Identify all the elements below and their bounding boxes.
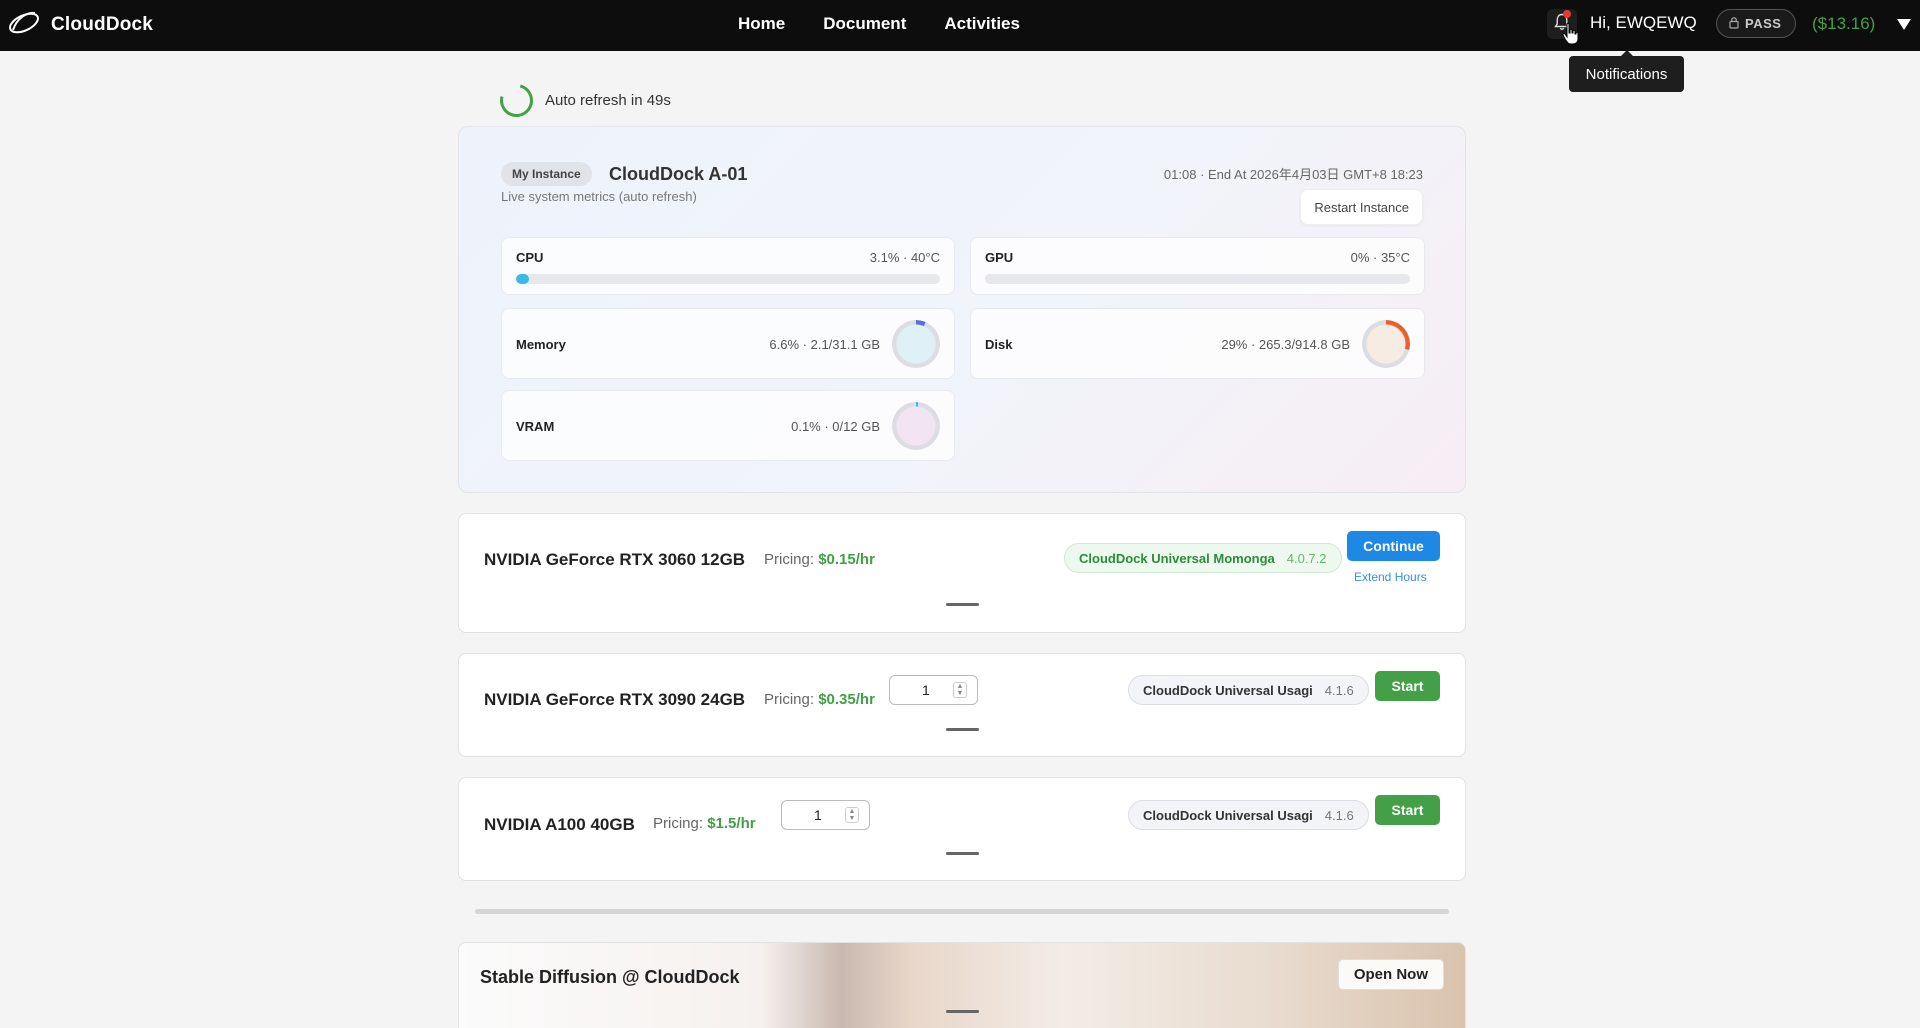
chevron-down-icon[interactable] xyxy=(1897,19,1911,30)
expand-handle[interactable] xyxy=(946,852,979,855)
pass-badge[interactable]: PASS xyxy=(1716,9,1797,38)
image-name: CloudDock Universal Usagi xyxy=(1143,682,1313,698)
auto-refresh-indicator: Auto refresh in 49s xyxy=(493,77,671,124)
disk-value: 29% · 265.3/914.8 GB xyxy=(1221,337,1350,352)
vram-value: 0.1% · 0/12 GB xyxy=(791,419,880,434)
gpu-name: NVIDIA GeForce RTX 3090 24GB xyxy=(484,690,746,709)
gpu-card-rtx3060: NVIDIA GeForce RTX 3060 12GB Pricing: $0… xyxy=(458,513,1466,633)
gpu-name: NVIDIA A100 40GB xyxy=(484,815,635,834)
quantity-value: 1 xyxy=(814,807,822,823)
instance-name: CloudDock A-01 xyxy=(609,164,748,184)
nav-document[interactable]: Document xyxy=(823,14,906,34)
memory-label: Memory xyxy=(516,337,566,352)
price-value: $0.35/hr xyxy=(818,691,875,708)
horizontal-scrollbar[interactable] xyxy=(475,909,1449,914)
continue-button[interactable]: Continue xyxy=(1347,531,1440,561)
clouddock-logo-icon xyxy=(7,8,41,41)
expand-handle[interactable] xyxy=(946,603,979,606)
image-version: 4.1.6 xyxy=(1324,682,1354,698)
hand-cursor-icon xyxy=(1561,22,1581,51)
instance-badge: My Instance xyxy=(501,162,592,186)
stepper-arrows-icon[interactable]: ▲ ▼ xyxy=(953,682,967,698)
brand-name: CloudDock xyxy=(51,13,154,35)
nav-activities[interactable]: Activities xyxy=(944,14,1020,34)
user-greeting[interactable]: Hi, EWQEWQ xyxy=(1590,13,1697,33)
cpu-metric: CPU 3.1% · 40°C xyxy=(501,237,955,295)
instance-panel: My Instance CloudDock A-01 Live system m… xyxy=(458,126,1466,493)
gpu-pricing: Pricing: $0.15/hr xyxy=(764,551,875,568)
banner-title: Stable Diffusion @ CloudDock xyxy=(480,967,740,987)
account-balance: ($13.16) xyxy=(1812,14,1876,33)
expand-handle[interactable] xyxy=(946,1010,979,1013)
gpu-bar xyxy=(985,274,1410,284)
pricing-label: Pricing: xyxy=(764,691,815,708)
quantity-stepper[interactable]: 1 ▲ ▼ xyxy=(889,675,978,705)
instance-end-time: 01:08 · End At 2026年4月03日 GMT+8 18:23 xyxy=(1163,167,1423,182)
quantity-value: 1 xyxy=(922,682,930,698)
image-version: 4.0.7.2 xyxy=(1286,550,1327,566)
image-version-pill: CloudDock Universal Usagi 4.1.6 xyxy=(1128,800,1369,830)
vram-ring xyxy=(892,402,940,450)
gpu-label: GPU xyxy=(985,250,1014,265)
cpu-value: 3.1% · 40°C xyxy=(869,250,940,265)
memory-value: 6.6% · 2.1/31.1 GB xyxy=(769,337,880,352)
gpu-card-a100: NVIDIA A100 40GB Pricing: $1.5/hr 1 ▲ ▼ C… xyxy=(458,777,1466,881)
top-navbar: CloudDock Home Document Activities Hi, E… xyxy=(0,0,1920,51)
start-button[interactable]: Start xyxy=(1375,795,1440,825)
extend-hours-link[interactable]: Extend Hours xyxy=(1354,570,1427,584)
brand-logo[interactable]: CloudDock xyxy=(7,8,153,41)
disk-ring xyxy=(1362,320,1410,368)
stepper-arrows-icon[interactable]: ▲ ▼ xyxy=(845,807,859,823)
disk-label: Disk xyxy=(985,337,1013,352)
main-nav: Home Document Activities xyxy=(738,14,1020,34)
gpu-value: 0% · 35°C xyxy=(1350,250,1410,265)
cpu-bar-fill xyxy=(516,274,530,284)
notifications-tooltip: Notifications xyxy=(1569,50,1684,92)
cpu-bar xyxy=(516,274,940,284)
expand-handle[interactable] xyxy=(946,728,979,731)
price-value: $1.5/hr xyxy=(707,815,756,832)
image-name: CloudDock Universal Momonga xyxy=(1079,550,1275,566)
quantity-stepper[interactable]: 1 ▲ ▼ xyxy=(781,800,870,830)
memory-ring xyxy=(892,320,940,368)
image-name: CloudDock Universal Usagi xyxy=(1143,807,1313,823)
gpu-name: NVIDIA GeForce RTX 3060 12GB xyxy=(484,550,746,569)
stable-diffusion-banner: Stable Diffusion @ CloudDock Open Now xyxy=(458,942,1466,1028)
start-button[interactable]: Start xyxy=(1375,671,1440,701)
vram-label: VRAM xyxy=(516,419,555,434)
pricing-label: Pricing: xyxy=(653,815,704,832)
cpu-label: CPU xyxy=(516,250,544,265)
memory-metric: Memory 6.6% · 2.1/31.1 GB xyxy=(501,308,955,379)
instance-subtitle: Live system metrics (auto refresh) xyxy=(501,189,697,204)
gpu-pricing: Pricing: $1.5/hr xyxy=(653,815,756,832)
gpu-pricing: Pricing: $0.35/hr xyxy=(764,691,875,708)
gpu-metric: GPU 0% · 35°C xyxy=(970,237,1425,295)
pass-label: PASS xyxy=(1745,16,1782,31)
image-version: 4.1.6 xyxy=(1324,807,1354,823)
image-version-pill: CloudDock Universal Usagi 4.1.6 xyxy=(1128,675,1369,705)
image-version-pill: CloudDock Universal Momonga 4.0.7.2 xyxy=(1064,543,1342,573)
vram-metric: VRAM 0.1% · 0/12 GB xyxy=(501,390,955,461)
disk-metric: Disk 29% · 265.3/914.8 GB xyxy=(970,308,1425,379)
lock-icon xyxy=(1729,16,1739,32)
pricing-label: Pricing: xyxy=(764,551,815,568)
notification-dot xyxy=(1563,10,1571,18)
auto-refresh-label: Auto refresh in 49s xyxy=(545,92,671,109)
refresh-spinner-icon xyxy=(493,77,540,124)
price-value: $0.15/hr xyxy=(818,551,875,568)
open-now-button[interactable]: Open Now xyxy=(1337,959,1444,990)
gpu-card-rtx3090: NVIDIA GeForce RTX 3090 24GB Pricing: $0… xyxy=(458,653,1466,757)
nav-home[interactable]: Home xyxy=(738,14,785,34)
restart-instance-button[interactable]: Restart Instance xyxy=(1300,189,1423,225)
